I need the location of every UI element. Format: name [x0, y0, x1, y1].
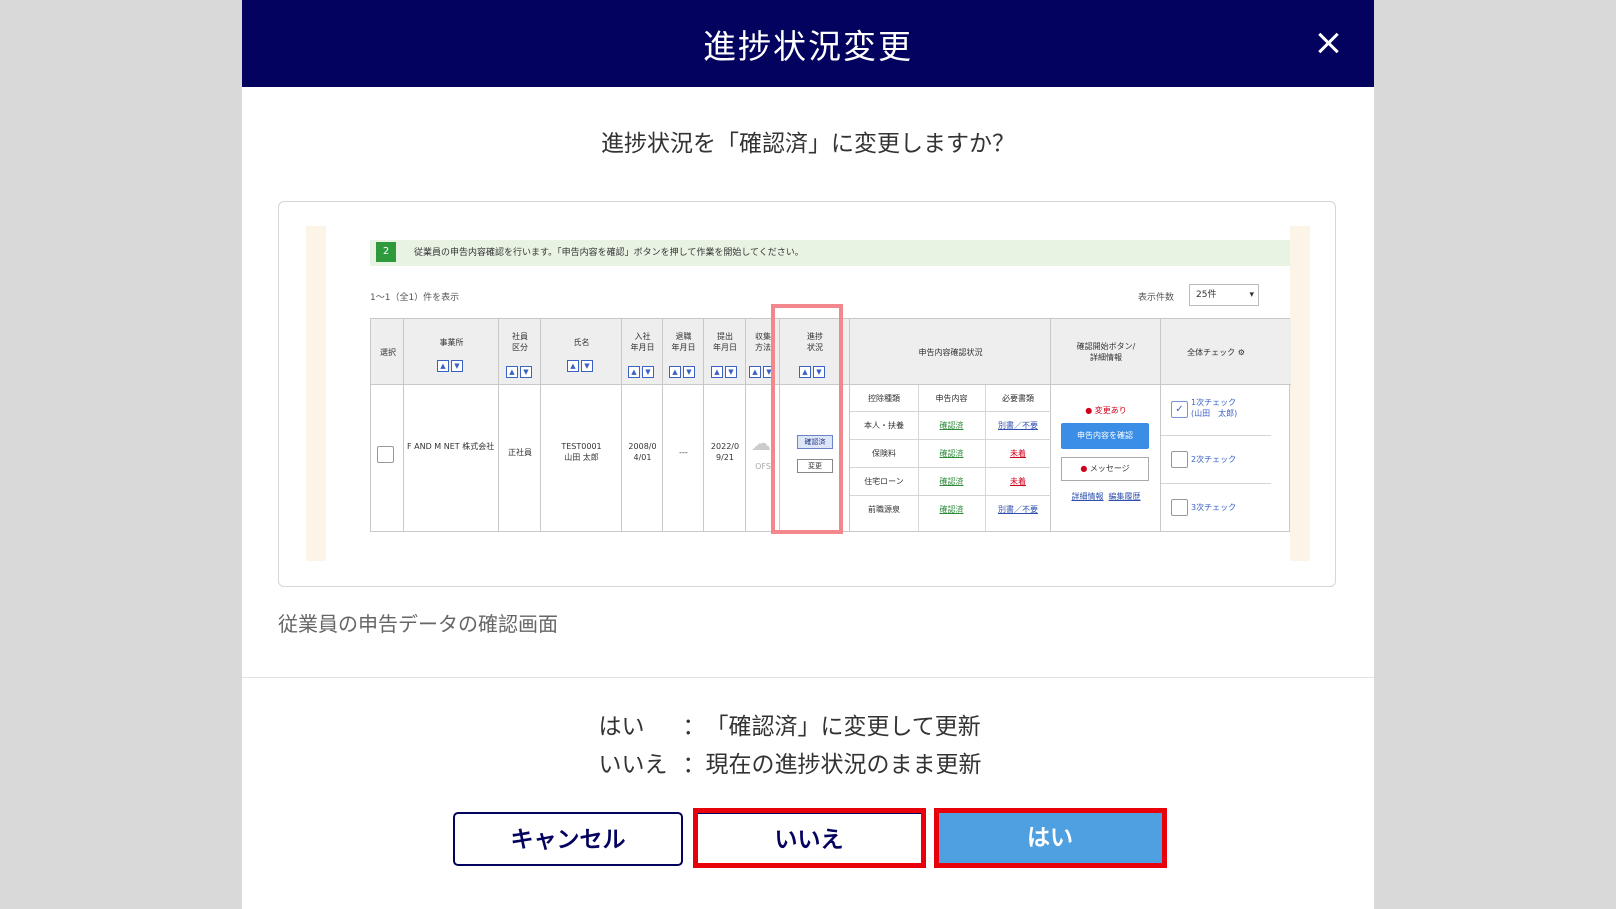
sort-up-icon: ▲: [506, 366, 518, 378]
sort-down-icon: ▼: [683, 366, 695, 378]
sort-up-icon: ▲: [669, 366, 681, 378]
preview-image-frame: 従業員の申告内容確認を行います。「申告内容を確認」ボタンを押して作業を開始してく…: [278, 201, 1336, 587]
deduction-content-status: 確認済: [939, 505, 964, 514]
check-2-label: 2次チェック: [1191, 455, 1237, 464]
preview-notice: 従業員の申告内容確認を行います。「申告内容を確認」ボタンを押して作業を開始してく…: [370, 240, 1290, 266]
cell-office: F AND M NET 株式会社: [407, 442, 495, 451]
detail-link: 詳細情報: [1071, 492, 1104, 501]
history-link: 編集履歴: [1108, 492, 1141, 501]
alert-icon: ●: [1085, 406, 1093, 415]
sort-down-icon: ▼: [642, 366, 654, 378]
explain-separator: ：: [682, 752, 706, 778]
per-page-value: 25件: [1196, 290, 1217, 300]
alert-icon: ●: [1080, 464, 1088, 473]
sort-down-icon: ▼: [581, 360, 593, 372]
cell-employee-type: 正社員: [508, 448, 532, 457]
header-submitted: 提出 年月日: [713, 332, 737, 352]
cancel-button[interactable]: キャンセル: [453, 812, 683, 866]
progress-column-highlight: [771, 304, 843, 534]
deduction-type: 前職源泉: [868, 505, 900, 514]
header-overall-check: 全体チェック ⚙: [1187, 348, 1245, 357]
preview-confirm-button: 申告内容を確認: [1061, 423, 1149, 449]
deduction-document-status: 別書／不要: [998, 505, 1038, 514]
explain-separator: ：: [682, 714, 706, 740]
cell-joined: 2008/0 4/01: [628, 442, 657, 462]
deduction-document-status: 未着: [1010, 477, 1026, 486]
gear-icon: ⚙: [1237, 348, 1245, 357]
sort-down-icon: ▼: [451, 360, 463, 372]
row-select-checkbox: [377, 446, 394, 463]
explain-yes-text: 「確認済」に変更して更新: [705, 714, 981, 740]
sort-up-icon: ▲: [628, 366, 640, 378]
deduction-content-status: 確認済: [939, 421, 964, 430]
subheader-deduction: 控除種類: [868, 394, 900, 403]
header-declaration-status: 申告内容確認状況: [918, 348, 983, 357]
check-3-checkbox: [1171, 499, 1188, 516]
per-page-label: 表示件数: [1138, 293, 1175, 303]
explain-no-key: いいえ: [598, 752, 668, 778]
check-2-checkbox: [1171, 451, 1188, 468]
confirm-question: 進捗状況を「確認済」に変更しますか？: [601, 131, 1015, 157]
check-1-checkbox: ✓: [1171, 401, 1188, 418]
header-joined: 入社 年月日: [630, 332, 655, 352]
explain-yes-key: はい: [598, 714, 645, 740]
preview-screenshot: 従業員の申告内容確認を行います。「申告内容を確認」ボタンを押して作業を開始してく…: [306, 226, 1310, 561]
sort-up-icon: ▲: [749, 366, 761, 378]
per-page-select: 25件: [1189, 284, 1259, 306]
cell-submitted: 2022/0 9/21: [710, 442, 740, 462]
preview-caption: 従業員の申告データの確認画面: [278, 612, 558, 636]
cell-name: TEST0001 山田 太郎: [561, 442, 602, 462]
dialog-title: 進捗状況変更: [703, 27, 913, 66]
dialog-header: 進捗状況変更: [242, 0, 1374, 87]
divider: [242, 677, 1374, 678]
header-select: 選択: [380, 348, 396, 357]
cloud-icon: ☁: [751, 431, 771, 455]
change-flag: ● 変更あり: [1085, 406, 1127, 415]
preview-message-button: ● メッセージ: [1061, 457, 1149, 481]
deduction-content-status: 確認済: [939, 477, 964, 486]
deduction-type: 本人・扶養: [864, 421, 904, 430]
sort-down-icon: ▼: [725, 366, 737, 378]
sort-down-icon: ▼: [520, 366, 532, 378]
sort-up-icon: ▲: [567, 360, 579, 372]
sort-up-icon: ▲: [711, 366, 723, 378]
deduction-type: 住宅ローン: [864, 477, 904, 486]
header-start-button: 確認開始ボタン/ 詳細情報: [1076, 342, 1136, 362]
explain-no-text: 現在の進捗状況のまま更新: [705, 752, 982, 778]
sort-up-icon: ▲: [437, 360, 449, 372]
step-badge: 2: [376, 242, 396, 262]
deduction-content-status: 確認済: [939, 449, 964, 458]
subheader-content: 申告内容: [935, 394, 968, 403]
subheader-documents: 必要書類: [1002, 394, 1034, 403]
header-name: 氏名: [573, 338, 590, 347]
check-3-label: 3次チェック: [1191, 503, 1237, 512]
progress-change-dialog: 進捗状況変更 進捗状況を「確認済」に変更しますか？ 従業員の申告内容確認を行いま…: [242, 0, 1374, 909]
check-1-label: 1次チェック (山田 太郎): [1191, 398, 1238, 418]
deduction-document-status: 別書／不要: [998, 421, 1038, 430]
button-explanations: はい ： 「確認済」に変更して更新 いいえ ： 現在の進捗状況のまま更新: [242, 708, 1374, 784]
header-office: 事業所: [439, 338, 464, 347]
close-icon[interactable]: [1308, 23, 1348, 63]
yes-button-highlight: [934, 808, 1167, 868]
header-employee-type: 社員 区分: [512, 332, 528, 352]
no-button-highlight: [693, 808, 926, 868]
header-left: 退職 年月日: [671, 332, 696, 352]
cell-left: ---: [679, 448, 688, 457]
deduction-type: 保険料: [872, 449, 896, 458]
deduction-document-status: 未着: [1010, 449, 1026, 458]
preview-count-text: 1〜1（全1）件を表示: [370, 293, 460, 303]
